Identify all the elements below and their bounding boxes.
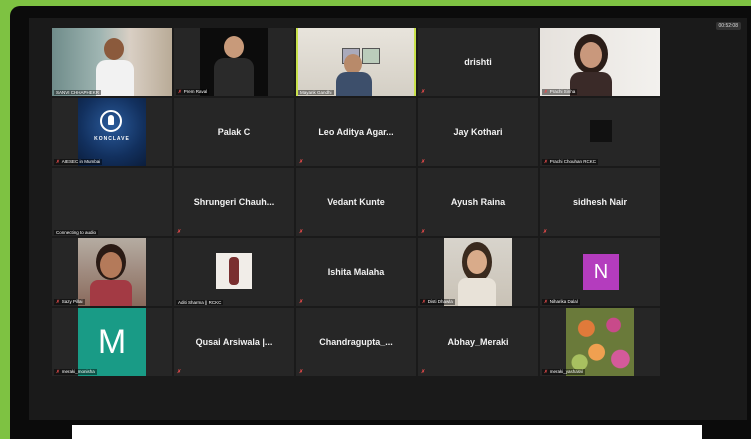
participant-tile-prachi-sinha[interactable]: ✗ Prachi Sinha bbox=[540, 28, 660, 96]
participant-tile-palak[interactable]: Palak C bbox=[174, 98, 294, 166]
participant-name: Shrungeri Chauh... bbox=[193, 197, 275, 207]
mic-muted-icon: ✗ bbox=[421, 159, 426, 165]
caption-bar bbox=[72, 425, 702, 439]
participant-name-label: ✗ Prem Raval bbox=[176, 89, 210, 95]
avatar: M bbox=[78, 308, 146, 376]
participant-tile-shrungeri[interactable]: Shrungeri Chauh... ✗ bbox=[174, 168, 294, 236]
mic-muted-icon: ✗ bbox=[422, 299, 426, 304]
mic-muted-icon: ✗ bbox=[421, 89, 426, 95]
participant-tile-leo[interactable]: Leo Aditya Agar... ✗ bbox=[296, 98, 416, 166]
meeting-timer-badge[interactable]: 00:52:08 bbox=[715, 22, 741, 30]
participant-tile-vedant[interactable]: Vedant Kunte ✗ bbox=[296, 168, 416, 236]
participant-tile-sanvi[interactable]: SANVI CHHAPHEKR bbox=[52, 28, 172, 96]
participant-tile-aiesec[interactable]: KONCLAVE ✗ AIESEC in Mumbai bbox=[52, 98, 172, 166]
participant-tile-ishita[interactable]: Ishita Malaha ✗ bbox=[296, 238, 416, 306]
participant-tile-disti[interactable]: ✗ Disti Dhawla bbox=[418, 238, 538, 306]
participant-tile-sidhesh[interactable]: sidhesh Nair ✗ bbox=[540, 168, 660, 236]
mic-muted-icon: ✗ bbox=[544, 159, 548, 164]
participant-tile-chandragupta[interactable]: Chandragupta_... ✗ bbox=[296, 308, 416, 376]
connecting-audio-label: Connecting to audio bbox=[54, 230, 99, 235]
participant-name-label: ✗ meraki_monisha bbox=[54, 369, 97, 375]
mic-muted-icon: ✗ bbox=[56, 159, 60, 164]
participant-name: Ishita Malaha bbox=[327, 267, 385, 277]
participant-tile-drishti[interactable]: drishti ✗ bbox=[418, 28, 538, 96]
participant-name: Chandragupta_... bbox=[319, 337, 393, 347]
mic-muted-icon: ✗ bbox=[544, 369, 548, 374]
mic-muted-icon: ✗ bbox=[56, 299, 60, 304]
participant-name: Leo Aditya Agar... bbox=[318, 127, 394, 137]
participant-tile-sazy[interactable]: ✗ Sazy Pillai bbox=[52, 238, 172, 306]
participant-gallery: SANVI CHHAPHEKR ✗ Prem Raval Mayank Gandh… bbox=[52, 28, 660, 376]
mic-muted-icon: ✗ bbox=[421, 229, 426, 235]
participant-tile-jay[interactable]: Jay Kothari ✗ bbox=[418, 98, 538, 166]
participant-name: Vedant Kunte bbox=[327, 197, 385, 207]
participant-tile-yashasvi[interactable]: ✗ meraki_yashasvi bbox=[540, 308, 660, 376]
mic-muted-icon: ✗ bbox=[299, 229, 304, 235]
participant-tile-mayank[interactable]: Mayank Gandhi bbox=[296, 28, 416, 96]
participant-name-label: ✗ Disti Dhawla bbox=[420, 299, 455, 305]
participant-name: Jay Kothari bbox=[453, 127, 503, 137]
participant-name: drishti bbox=[464, 57, 492, 67]
mic-muted-icon: ✗ bbox=[543, 229, 548, 235]
mic-muted-icon: ✗ bbox=[178, 89, 182, 94]
participant-name: sidhesh Nair bbox=[572, 197, 628, 207]
participant-tile-niharika[interactable]: N ✗ Niharika Dalal bbox=[540, 238, 660, 306]
participant-tile-abhay[interactable]: Abhay_Meraki ✗ bbox=[418, 308, 538, 376]
mic-muted-icon: ✗ bbox=[177, 229, 182, 235]
participant-name-label: ✗ Sazy Pillai bbox=[54, 299, 85, 305]
participant-name-label: Mayank Gandhi bbox=[298, 90, 334, 95]
participant-name: Abhay_Meraki bbox=[447, 337, 509, 347]
mic-muted-icon: ✗ bbox=[544, 299, 548, 304]
mic-muted-icon: ✗ bbox=[544, 89, 548, 94]
participant-name-label: ✗ AIESEC in Mumbai bbox=[54, 159, 103, 165]
mic-muted-icon: ✗ bbox=[299, 299, 304, 305]
participant-tile-prem[interactable]: ✗ Prem Raval bbox=[174, 28, 294, 96]
participant-name-label: ✗ meraki_yashasvi bbox=[542, 369, 586, 375]
participant-name-label: ✗ Niharika Dalal bbox=[542, 299, 580, 305]
participant-name-label: SANVI CHHAPHEKR bbox=[54, 90, 102, 95]
participant-tile-ayush[interactable]: Ayush Raina ✗ bbox=[418, 168, 538, 236]
participant-tile-prachi-chouhan[interactable]: ✗ Prachi Chouhan RCKC bbox=[540, 98, 660, 166]
mic-muted-icon: ✗ bbox=[299, 369, 304, 375]
participant-tile-monisha[interactable]: M ✗ meraki_monisha bbox=[52, 308, 172, 376]
mic-muted-icon: ✗ bbox=[299, 159, 304, 165]
mic-muted-icon: ✗ bbox=[177, 369, 182, 375]
participant-name: Qusai Arsiwala |... bbox=[195, 337, 273, 347]
conklave-logo: KONCLAVE bbox=[94, 136, 130, 142]
mic-muted-icon: ✗ bbox=[421, 369, 426, 375]
avatar: N bbox=[583, 254, 619, 290]
participant-name-label: ✗ Prachi Sinha bbox=[542, 89, 578, 95]
participant-tile-connecting[interactable]: Connecting to audio bbox=[52, 168, 172, 236]
participant-name-label: ✗ Prachi Chouhan RCKC bbox=[542, 159, 599, 165]
participant-name-label: Aditi Sharma || RCKC bbox=[176, 300, 224, 305]
participant-name: Ayush Raina bbox=[450, 197, 506, 207]
mic-muted-icon: ✗ bbox=[56, 369, 60, 374]
participant-tile-aditi[interactable]: Aditi Sharma || RCKC bbox=[174, 238, 294, 306]
participant-name: Palak C bbox=[217, 127, 251, 137]
participant-tile-qusai[interactable]: Qusai Arsiwala |... ✗ bbox=[174, 308, 294, 376]
